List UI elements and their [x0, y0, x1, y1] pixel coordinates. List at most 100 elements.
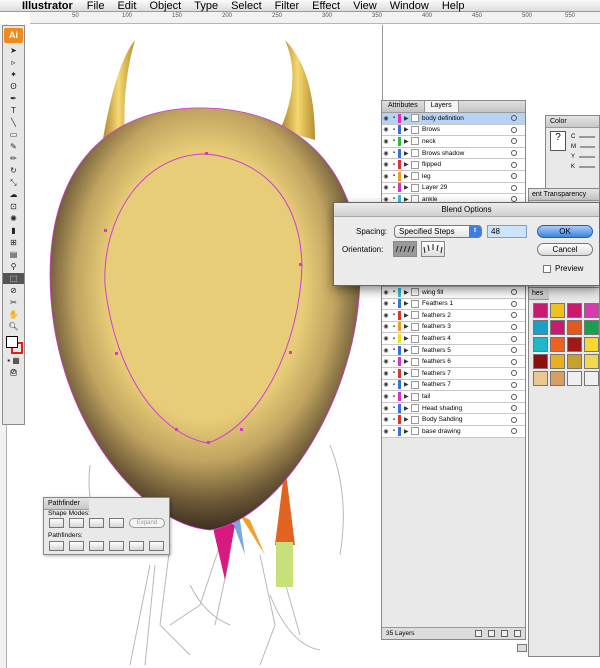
spacing-select[interactable]: Specified Steps ⇕ [394, 225, 482, 238]
zoom-tool-icon[interactable]: 🔍︎ [3, 321, 24, 332]
eye-icon[interactable]: ◉ [382, 381, 390, 388]
color-swatch[interactable] [567, 354, 582, 369]
merge-icon[interactable] [89, 541, 104, 551]
tab-swatches[interactable]: hes [529, 288, 549, 300]
disclosure-triangle-icon[interactable]: ▶ [404, 335, 411, 342]
disclosure-triangle-icon[interactable]: ▶ [404, 312, 411, 319]
eye-icon[interactable]: ◉ [382, 416, 390, 423]
layer-row[interactable]: ◉ ▪ ▶ flipped [382, 159, 525, 171]
color-swatch[interactable] [567, 371, 582, 386]
disclosure-triangle-icon[interactable]: ▶ [404, 428, 411, 435]
color-swatch[interactable] [550, 320, 565, 335]
disclosure-triangle-icon[interactable]: ▶ [404, 289, 411, 296]
cancel-button[interactable]: Cancel [537, 243, 593, 256]
target-icon[interactable] [511, 138, 517, 145]
target-icon[interactable] [511, 347, 517, 354]
free-transform-tool-icon[interactable]: ⊡ [3, 201, 24, 212]
target-icon[interactable] [511, 161, 517, 168]
layer-row[interactable]: ◉ ▪ ▶ wing fill [382, 286, 525, 299]
disclosure-triangle-icon[interactable]: ▶ [404, 150, 411, 157]
trim-icon[interactable] [69, 541, 84, 551]
lock-icon[interactable]: ▪ [390, 336, 398, 342]
eye-icon[interactable]: ◉ [382, 126, 390, 133]
tab-color[interactable]: Color [546, 116, 599, 128]
disclosure-triangle-icon[interactable]: ▶ [404, 393, 411, 400]
screen-mode-button[interactable]: ▢ [3, 367, 24, 378]
minus-front-icon[interactable] [69, 518, 84, 528]
disclosure-triangle-icon[interactable]: ▶ [404, 370, 411, 377]
tab-pathfinder[interactable]: Pathfinder [44, 498, 89, 510]
intersect-icon[interactable] [89, 518, 104, 528]
lock-icon[interactable]: ▪ [390, 312, 398, 318]
symbol-sprayer-tool-icon[interactable]: ✺ [3, 213, 24, 224]
lock-icon[interactable]: ▪ [390, 394, 398, 400]
layer-row[interactable]: ◉ ▪ ▶ Feathers 1 [382, 298, 525, 311]
menu-type[interactable]: Type [194, 0, 218, 12]
lock-icon[interactable]: ▪ [390, 417, 398, 423]
target-icon[interactable] [511, 115, 517, 122]
layer-row[interactable]: ◉ ▪ ▶ body definition [382, 113, 525, 125]
pen-tool-icon[interactable]: ✒ [3, 93, 24, 104]
color-swatch[interactable] [584, 354, 599, 369]
layer-row[interactable]: ◉ ▪ ▶ tail [382, 391, 525, 403]
tab-transparency[interactable]: ent Transparency [529, 189, 599, 201]
disclosure-triangle-icon[interactable]: ▶ [404, 138, 411, 145]
color-swatch[interactable] [584, 337, 599, 352]
rectangle-tool-icon[interactable]: ▭ [3, 129, 24, 140]
disclosure-triangle-icon[interactable]: ▶ [404, 405, 411, 412]
exclude-icon[interactable] [109, 518, 124, 528]
lasso-tool-icon[interactable]: ʘ [3, 81, 24, 92]
lock-icon[interactable]: ▪ [390, 127, 398, 133]
lock-icon[interactable]: ▪ [390, 173, 398, 179]
yellow-slider[interactable]: Y [546, 152, 599, 162]
target-icon[interactable] [511, 381, 517, 388]
selection-tool-icon[interactable]: ➤ [3, 45, 24, 56]
disclosure-triangle-icon[interactable]: ▶ [404, 173, 411, 180]
disclosure-triangle-icon[interactable]: ▶ [404, 300, 411, 307]
right-horn-shape[interactable] [280, 40, 315, 140]
layer-row[interactable]: ◉ ▪ ▶ feathers 4 [382, 333, 525, 345]
eye-icon[interactable]: ◉ [382, 138, 390, 145]
scale-tool-icon[interactable]: ⤡ [3, 177, 24, 188]
menu-view[interactable]: View [353, 0, 377, 12]
disclosure-triangle-icon[interactable]: ▶ [404, 381, 411, 388]
color-swatch[interactable] [584, 303, 599, 318]
eye-icon[interactable]: ◉ [382, 323, 390, 330]
menu-edit[interactable]: Edit [117, 0, 136, 12]
color-swatch[interactable] [567, 320, 582, 335]
paintbrush-tool-icon[interactable]: ✎ [3, 141, 24, 152]
steps-input[interactable]: 48 [487, 225, 527, 238]
eye-icon[interactable]: ◉ [382, 393, 390, 400]
color-swatch[interactable] [533, 337, 548, 352]
tab-attributes[interactable]: Attributes [382, 101, 425, 112]
color-swatch[interactable] [550, 354, 565, 369]
gradient-tool-icon[interactable]: ▤ [3, 249, 24, 260]
layer-row[interactable]: ◉ ▪ ▶ Brows [382, 124, 525, 137]
menu-effect[interactable]: Effect [312, 0, 340, 12]
eye-icon[interactable]: ◉ [382, 150, 390, 157]
minus-back-icon[interactable] [149, 541, 164, 551]
color-swatch[interactable] [550, 303, 565, 318]
color-swatch[interactable] [584, 320, 599, 335]
target-icon[interactable] [511, 184, 517, 191]
eye-icon[interactable]: ◉ [382, 335, 390, 342]
panel-menu-icon[interactable] [517, 644, 527, 652]
align-to-path-icon[interactable] [421, 241, 445, 257]
lock-icon[interactable]: ▪ [390, 405, 398, 411]
target-icon[interactable] [511, 393, 517, 400]
tab-layers[interactable]: Layers [424, 101, 459, 112]
target-icon[interactable] [511, 300, 517, 307]
layer-row[interactable]: ◉ ▪ ▶ Brows shadow [382, 147, 525, 160]
lock-icon[interactable]: ▪ [390, 289, 398, 295]
disclosure-triangle-icon[interactable]: ▶ [404, 161, 411, 168]
disclosure-triangle-icon[interactable]: ▶ [404, 358, 411, 365]
menu-window[interactable]: Window [390, 0, 429, 12]
menu-help[interactable]: Help [442, 0, 465, 12]
line-tool-icon[interactable]: ╲ [3, 117, 24, 128]
layer-row[interactable]: ◉ ▪ ▶ feathers 6 [382, 356, 525, 369]
lock-icon[interactable]: ▪ [390, 370, 398, 376]
column-graph-tool-icon[interactable]: ▮ [3, 225, 24, 236]
trash-icon[interactable] [514, 630, 521, 637]
layer-row[interactable]: ◉ ▪ ▶ feathers 7 [382, 379, 525, 392]
scissors-tool-icon[interactable]: ✂ [3, 297, 24, 308]
